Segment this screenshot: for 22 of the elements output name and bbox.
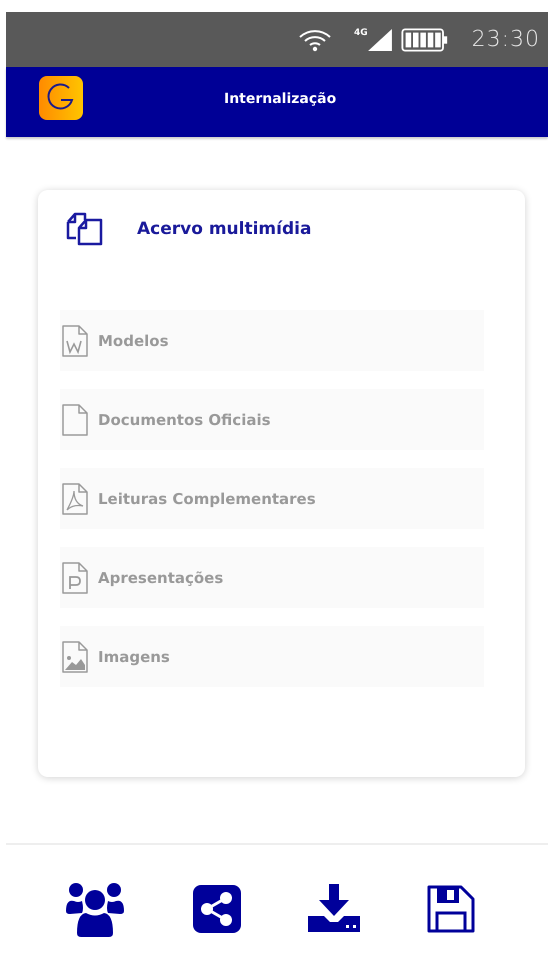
file-icon <box>62 404 88 436</box>
image-file-icon <box>62 640 88 672</box>
page-title: Internalização <box>224 91 336 107</box>
share-icon[interactable] <box>192 885 240 933</box>
slides-file-icon <box>62 562 88 594</box>
save-icon[interactable] <box>426 885 474 933</box>
media-category-item[interactable]: Documentos Oficiais <box>60 389 484 450</box>
card-title: Acervo multimídia <box>137 219 312 239</box>
download-icon[interactable] <box>308 884 360 934</box>
media-category-item[interactable]: Imagens <box>60 626 484 687</box>
pdf-file-icon <box>62 482 88 514</box>
word-file-icon <box>62 324 88 356</box>
users-icon[interactable] <box>64 881 126 937</box>
logo-icon <box>39 76 83 120</box>
clock: 23:30 <box>472 27 540 52</box>
battery-icon <box>400 28 450 52</box>
signal-icon <box>368 28 392 50</box>
media-category-item[interactable]: Leituras Complementares <box>60 468 484 529</box>
media-category-item[interactable]: Apresentações <box>60 547 484 608</box>
network-label: 4G <box>354 28 368 38</box>
media-category-item[interactable]: Modelos <box>60 310 484 371</box>
wifi-icon <box>298 28 332 52</box>
